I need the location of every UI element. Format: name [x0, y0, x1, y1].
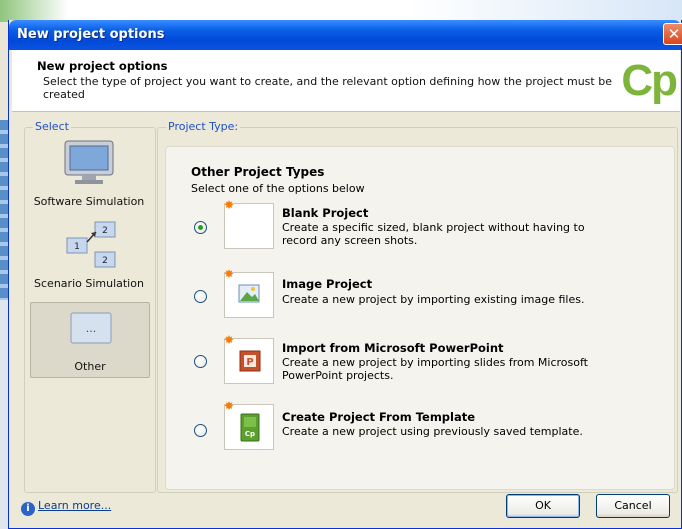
powerpoint-icon: ✸ P: [224, 333, 274, 384]
captivate-logo: Cp: [621, 56, 678, 105]
project-type-group-label: Project Type:: [166, 120, 241, 133]
option-description: Create a new project by importing slides…: [282, 356, 588, 382]
option-description: Create a new project by importing existi…: [282, 293, 585, 306]
other-icon: ...: [70, 312, 112, 344]
new-project-dialog: New project options ✕ New project option…: [8, 20, 682, 529]
option-title: Create Project From Template: [282, 410, 476, 424]
radio-blank-project[interactable]: [194, 221, 207, 234]
option-description: Create a specific sized, blank project w…: [282, 221, 585, 247]
header-description: Select the type of project you want to c…: [43, 75, 612, 101]
project-option-powerpoint[interactable]: ✸ P Import from Microsoft PowerPoint Cre…: [166, 333, 674, 393]
svg-text:1: 1: [74, 242, 80, 252]
svg-text:...: ...: [86, 322, 97, 335]
option-title: Import from Microsoft PowerPoint: [282, 341, 504, 355]
window-title: New project options: [17, 27, 165, 42]
title-bar[interactable]: New project options ✕: [9, 20, 682, 50]
option-title: Image Project: [282, 277, 373, 291]
option-scenario-simulation[interactable]: 2 1 2 Scenario Simulation: [29, 220, 149, 294]
blank-page-icon: ✸: [224, 198, 274, 249]
radio-template-project[interactable]: [194, 424, 207, 437]
project-option-template[interactable]: ✸ Cp Create Project From Template Create…: [166, 399, 674, 459]
option-label: Scenario Simulation: [34, 277, 144, 290]
section-title: Other Project Types: [191, 165, 325, 179]
option-software-simulation[interactable]: Software Simulation: [29, 139, 149, 213]
header-title: New project options: [37, 59, 168, 73]
option-other[interactable]: ... Other: [30, 302, 150, 378]
project-type-group: Other Project Types Select one of the op…: [157, 127, 678, 493]
section-subtitle: Select one of the options below: [191, 182, 365, 195]
option-label: Other: [74, 360, 106, 373]
learn-more-label: Learn more...: [38, 499, 112, 512]
learn-more-link[interactable]: i Learn more...: [21, 499, 111, 516]
option-title: Blank Project: [282, 206, 369, 220]
scenario-icon: 2 1 2: [66, 221, 116, 268]
cancel-button[interactable]: Cancel: [596, 494, 670, 518]
project-option-blank[interactable]: ✸ Blank Project Create a specific sized,…: [166, 198, 674, 263]
ok-button[interactable]: OK: [506, 494, 580, 518]
project-type-panel: Other Project Types Select one of the op…: [165, 146, 675, 490]
svg-text:2: 2: [102, 226, 108, 236]
radio-image-project[interactable]: [194, 290, 207, 303]
svg-text:P: P: [246, 357, 253, 368]
image-icon: ✸: [224, 267, 274, 318]
monitor-icon: [64, 140, 114, 184]
radio-powerpoint-project[interactable]: [194, 355, 207, 368]
svg-text:2: 2: [102, 256, 108, 266]
select-group-label: Select: [33, 120, 71, 133]
close-icon: ✕: [667, 25, 681, 43]
option-label: Software Simulation: [33, 195, 145, 208]
project-option-image[interactable]: ✸ Image Project Create a new project by …: [166, 267, 674, 327]
option-description: Create a new project using previously sa…: [282, 425, 583, 438]
info-icon: i: [21, 502, 35, 516]
desktop-background: [0, 0, 682, 22]
svg-text:Cp: Cp: [245, 430, 255, 438]
template-icon: ✸ Cp: [224, 399, 274, 450]
dialog-header: New project options Select the type of p…: [12, 50, 680, 112]
close-button[interactable]: ✕: [663, 23, 682, 45]
